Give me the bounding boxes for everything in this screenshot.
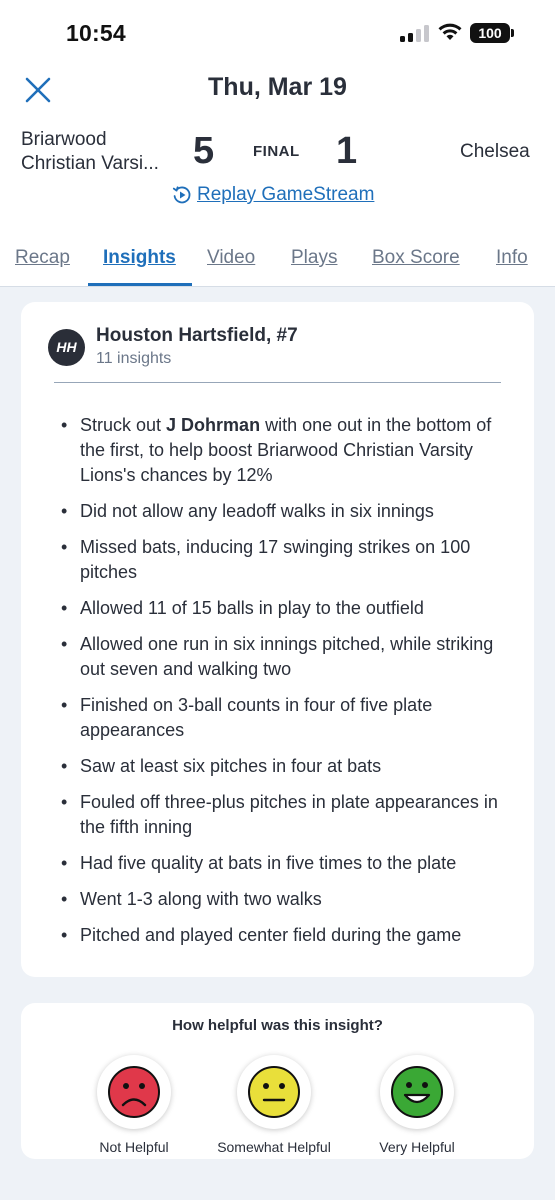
insight-item: Fouled off three-plus pitches in plate a… (61, 790, 521, 840)
battery-tip (511, 29, 514, 37)
feedback-question: How helpful was this insight? (172, 1017, 383, 1034)
wifi-icon (438, 23, 462, 40)
away-score: 1 (336, 130, 358, 172)
card-divider (54, 382, 501, 383)
tab-recap[interactable]: Recap (15, 247, 70, 269)
status-time: 10:54 (66, 20, 126, 46)
insight-item: Saw at least six pitches in four at bats (61, 754, 521, 779)
happy-face-icon (391, 1066, 443, 1118)
very-helpful-label: Very Helpful (379, 1139, 455, 1155)
tab-bar: Recap Insights Video Plays Box Score Inf… (0, 244, 555, 287)
player-avatar: HH (48, 329, 85, 366)
insight-item: Went 1-3 along with two walks (61, 887, 521, 912)
insight-item: Missed bats, inducing 17 swinging strike… (61, 535, 521, 585)
tab-box-score[interactable]: Box Score (372, 247, 460, 269)
not-helpful-circle (97, 1055, 171, 1129)
player-insights-card: HH Houston Hartsfield, #7 11 insights St… (21, 302, 534, 977)
insight-item: Had five quality at bats in five times t… (61, 851, 521, 876)
home-team-line2: Christian Varsi... (21, 153, 159, 174)
replay-gamestream-label: Replay GameStream (197, 184, 375, 205)
insight-item: Struck out J Dohrman with one out in the… (61, 413, 521, 488)
very-helpful-button[interactable]: Very Helpful (352, 1055, 482, 1155)
somewhat-helpful-button[interactable]: Somewhat Helpful (209, 1055, 339, 1155)
insight-list: Struck out J Dohrman with one out in the… (61, 413, 521, 959)
insight-text-before: Struck out (80, 415, 167, 435)
home-team-line1: Briarwood (21, 129, 107, 150)
cellular-signal-icon (400, 25, 430, 42)
tab-info[interactable]: Info (496, 247, 528, 269)
game-status: FINAL (253, 143, 300, 160)
insight-count: 11 insights (96, 350, 172, 367)
sad-face-icon (108, 1066, 160, 1118)
not-helpful-label: Not Helpful (99, 1139, 169, 1155)
player-name[interactable]: Houston Hartsfield, #7 (96, 325, 298, 347)
page-title: Thu, Mar 19 (208, 73, 347, 101)
insight-item: Finished on 3-ball counts in four of fiv… (61, 693, 521, 743)
battery-indicator: 100 (470, 23, 510, 43)
insight-item: Did not allow any leadoff walks in six i… (61, 499, 521, 524)
somewhat-helpful-label: Somewhat Helpful (217, 1139, 331, 1155)
insight-item: Allowed 11 of 15 balls in play to the ou… (61, 596, 521, 621)
feedback-card: How helpful was this insight? Not Helpfu… (21, 1003, 534, 1159)
status-bar: 10:54 100 (0, 0, 555, 66)
neutral-face-icon (248, 1066, 300, 1118)
home-team-name: Briarwood Christian Varsi... (21, 128, 186, 176)
insight-item: Pitched and played center field during t… (61, 923, 521, 948)
insight-item: Allowed one run in six innings pitched, … (61, 632, 521, 682)
tab-insights[interactable]: Insights (103, 247, 176, 269)
away-team-name: Chelsea (460, 141, 530, 162)
tab-plays[interactable]: Plays (291, 247, 337, 269)
home-score: 5 (193, 130, 215, 172)
tab-video[interactable]: Video (207, 247, 255, 269)
not-helpful-button[interactable]: Not Helpful (69, 1055, 199, 1155)
insight-player-link: J Dohrman (166, 415, 261, 435)
very-helpful-circle (380, 1055, 454, 1129)
replay-gamestream-link[interactable]: Replay GameStream (172, 184, 374, 206)
somewhat-helpful-circle (237, 1055, 311, 1129)
replay-icon (172, 186, 191, 204)
